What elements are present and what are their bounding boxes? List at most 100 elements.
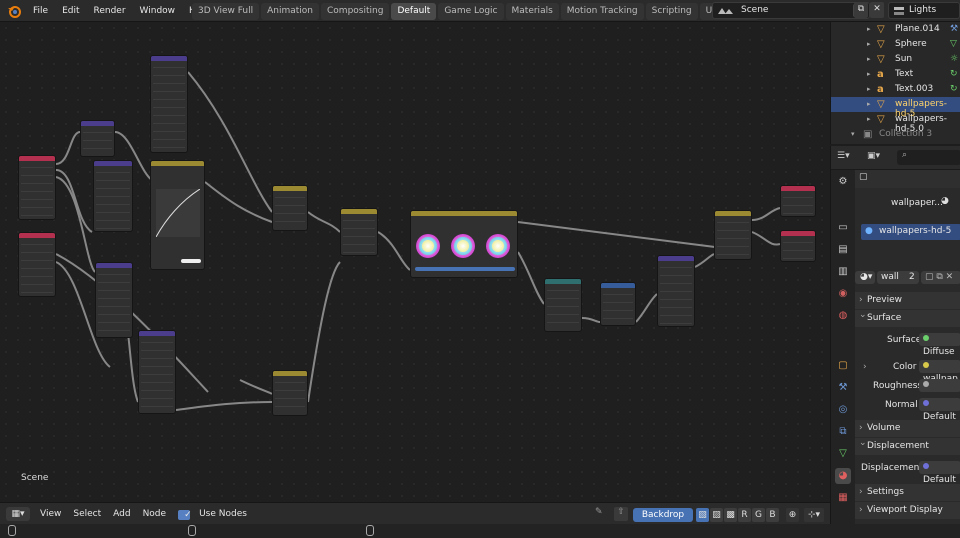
properties-editor[interactable]: ☰▾ ▣▾ ⌕ ⚙ ▭ ▤ ▥ ◉ ◍ ▢ ⚒ ◎ ⧉ ▽ ◕ ▦ ▢ wall…	[830, 146, 960, 524]
backdrop-toggle[interactable]: Backdrop	[633, 508, 693, 522]
menu-select[interactable]: Select	[67, 509, 107, 519]
expand-icon[interactable]: ▸	[867, 55, 871, 63]
expand-icon[interactable]: ▸	[867, 25, 871, 33]
world-tab-icon[interactable]: ◍	[835, 308, 851, 324]
menu-file[interactable]: File	[26, 6, 55, 16]
backdrop-rgba-icon[interactable]: ▧	[696, 508, 709, 522]
physics-tab-icon[interactable]: ◎	[835, 402, 851, 418]
add-node[interactable]	[340, 208, 378, 256]
channel-g[interactable]: G	[752, 508, 765, 522]
settings-panel-header[interactable]: Settings	[855, 484, 960, 501]
object-tab-icon[interactable]: ▢	[835, 358, 851, 374]
color-balance-node[interactable]	[410, 210, 518, 278]
snap-icon[interactable]: ⊕	[786, 508, 799, 522]
material-browse-button[interactable]: ◕▾	[855, 271, 875, 284]
properties-search-input[interactable]: ⌕	[897, 150, 960, 165]
texture-tab-icon[interactable]: ▦	[835, 490, 851, 506]
greater-than-node[interactable]	[600, 282, 636, 326]
defocus-node[interactable]	[150, 55, 188, 153]
roughness-field[interactable]	[919, 379, 960, 392]
outliner[interactable]: ▸ ▽ Plane.014 ⚒ ▸ ▽ Sphere ▽ ▸ ▽ Sun ☼ ▸ a Text ↻ ▸ a…	[830, 22, 960, 144]
constraint-tab-icon[interactable]: ⧉	[835, 424, 851, 440]
rgb-curves-node[interactable]	[150, 160, 205, 270]
tab-3d-view-full[interactable]: 3D View Full	[192, 3, 260, 20]
outliner-row[interactable]: ▸ a Text ↻	[831, 67, 960, 82]
curve-graph[interactable]	[156, 189, 200, 237]
scene-tab-icon[interactable]: ◉	[835, 286, 851, 302]
tab-animation[interactable]: Animation	[261, 3, 320, 20]
duplicate-scene-icon[interactable]: ⧉	[854, 2, 868, 18]
factor-slider[interactable]	[415, 267, 515, 271]
color-wheels[interactable]	[415, 231, 515, 261]
outliner-row[interactable]: ▸ ▽ wallpapers-hd-5.0	[831, 112, 960, 134]
parent-node-icon[interactable]: ⇧	[614, 507, 628, 521]
data-tab-icon[interactable]: ▽	[835, 446, 851, 462]
editor-type-icon[interactable]: ▦▾	[6, 507, 30, 521]
menu-render[interactable]: Render	[87, 6, 133, 16]
outliner-row[interactable]: ▸ a Text.003 ↻	[831, 82, 960, 97]
render-layers-node[interactable]	[18, 232, 56, 297]
composite-node[interactable]	[780, 185, 816, 217]
tab-default[interactable]: Default	[391, 3, 437, 20]
color-input-field[interactable]: wallpap	[919, 360, 960, 384]
backdrop-rgb-icon[interactable]: ▨	[710, 508, 723, 522]
surface-shader-field[interactable]: Diffuse	[919, 333, 960, 357]
compositor-node-editor[interactable]: Scene	[0, 22, 830, 502]
white-level-swatch[interactable]	[181, 259, 201, 263]
outliner-row-selected[interactable]: ▸ ▽ wallpapers-hd-5	[831, 97, 960, 119]
scene-selector[interactable]: Scene 3	[712, 2, 870, 19]
map-value-node[interactable]	[93, 160, 133, 232]
outliner-row[interactable]: ▸ ▽ Sphere ▽	[831, 37, 960, 52]
outliner-collection-row[interactable]: ▾ ▣ Collection 3	[831, 127, 960, 142]
modifier-tab-icon[interactable]: ⚒	[835, 380, 851, 396]
fake-user-icon[interactable]: ▢ ⧉ ✕	[921, 271, 960, 284]
expand-icon[interactable]: ▸	[867, 115, 871, 123]
expand-icon[interactable]: ▸	[867, 100, 871, 108]
tab-materials[interactable]: Materials	[505, 3, 559, 20]
preview-panel-header[interactable]: Preview	[855, 292, 960, 309]
normal-field[interactable]: Default	[919, 398, 960, 422]
color-burn-node[interactable]	[272, 185, 308, 231]
display-mode-icon[interactable]: ▣▾	[867, 151, 889, 164]
view-layer-selector[interactable]: Lights	[888, 2, 960, 19]
menu-node[interactable]: Node	[137, 509, 173, 519]
multiply-node[interactable]	[714, 210, 752, 260]
snap-mode-icon[interactable]: ⊹▾	[804, 508, 824, 522]
volume-panel-header[interactable]: Volume	[855, 420, 960, 437]
expand-icon[interactable]: ▸	[867, 70, 871, 78]
blur-node-2[interactable]	[657, 255, 695, 327]
viewport-display-panel-header[interactable]: Viewport Display	[855, 502, 960, 519]
displacement-field[interactable]: Default	[919, 461, 960, 485]
add-node-2[interactable]	[272, 370, 308, 416]
tool-tab-icon[interactable]: ⚙	[835, 174, 851, 190]
render-layers-node[interactable]	[18, 155, 56, 220]
render-tab-icon[interactable]: ▭	[835, 220, 851, 236]
material-browse-icon[interactable]: ◕	[941, 196, 949, 206]
tab-compositing[interactable]: Compositing	[321, 3, 390, 20]
material-tab-icon[interactable]: ◕	[835, 468, 851, 484]
expand-icon[interactable]: ▾	[851, 130, 855, 138]
backdrop-alpha-icon[interactable]: ▩	[724, 508, 737, 522]
use-nodes-toggle[interactable]: ✓ Use Nodes	[172, 509, 259, 520]
menu-edit[interactable]: Edit	[55, 6, 86, 16]
view-layer-tab-icon[interactable]: ▥	[835, 264, 851, 280]
tab-game-logic[interactable]: Game Logic	[438, 3, 504, 20]
tab-scripting[interactable]: Scripting	[645, 3, 698, 20]
glare-node[interactable]	[138, 330, 176, 414]
viewer-node[interactable]	[780, 230, 816, 262]
material-users-count[interactable]: 2	[905, 271, 919, 284]
expand-icon[interactable]: ▸	[867, 85, 871, 93]
expand-color-icon[interactable]: ›	[863, 362, 867, 372]
sharpen-node[interactable]	[80, 120, 115, 157]
menu-add[interactable]: Add	[107, 509, 136, 519]
pin-icon[interactable]: ▢	[859, 172, 871, 182]
outliner-row[interactable]: ▸ ▽ Plane.014 ⚒	[831, 22, 960, 37]
material-slot-list[interactable]: ● wallpapers-hd-5	[861, 224, 960, 240]
expand-icon[interactable]: ▸	[867, 40, 871, 48]
menu-window[interactable]: Window	[133, 6, 183, 16]
surface-panel-header[interactable]: Surface	[855, 307, 960, 327]
blender-logo-icon[interactable]	[6, 3, 22, 19]
menu-view[interactable]: View	[34, 509, 67, 519]
lens-distortion-node[interactable]	[544, 278, 582, 332]
output-tab-icon[interactable]: ▤	[835, 242, 851, 258]
